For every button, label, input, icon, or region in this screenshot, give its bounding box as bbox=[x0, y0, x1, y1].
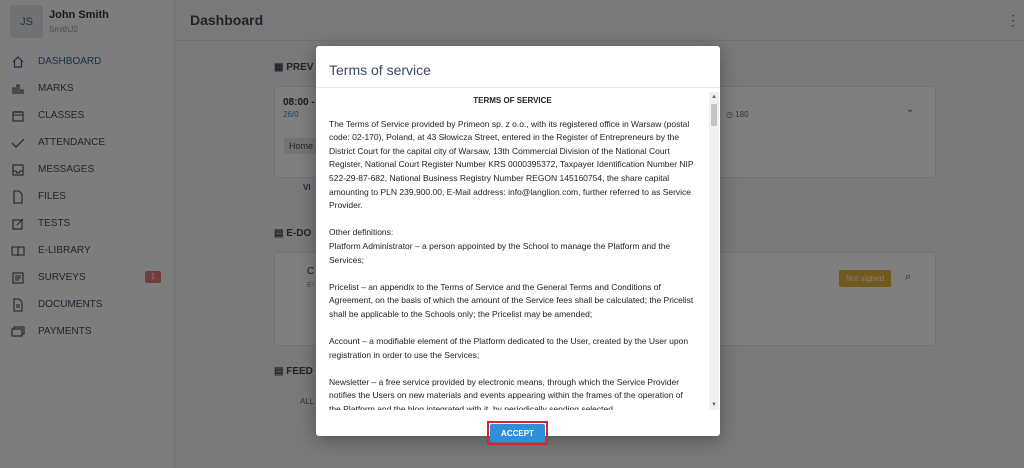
scroll-down-arrow-icon[interactable]: ▼ bbox=[709, 400, 719, 410]
scrollbar-thumb[interactable] bbox=[711, 104, 717, 126]
terms-paragraph: The Terms of Service provided by Primeon… bbox=[329, 118, 694, 211]
terms-paragraph: Account – a modifiable element of the Pl… bbox=[329, 336, 689, 360]
terms-paragraph: Newsletter – a free service provided by … bbox=[329, 376, 683, 410]
accept-button[interactable]: ACCEPT bbox=[490, 424, 545, 442]
terms-paragraph: Pricelist – an appendix to the Terms of … bbox=[329, 281, 694, 319]
modal-divider bbox=[316, 87, 720, 88]
terms-scrollbar[interactable]: ▲ ▼ bbox=[709, 92, 719, 410]
terms-paragraph: Other definitions: Platform Administrato… bbox=[329, 227, 671, 265]
terms-heading: TERMS OF SERVICE bbox=[473, 96, 552, 105]
terms-content[interactable]: TERMS OF SERVICE The Terms of Service pr… bbox=[324, 92, 710, 410]
terms-modal: Terms of service TERMS OF SERVICE The Te… bbox=[316, 46, 720, 445]
scroll-up-arrow-icon[interactable]: ▲ bbox=[709, 92, 719, 102]
modal-title: Terms of service bbox=[329, 62, 431, 78]
